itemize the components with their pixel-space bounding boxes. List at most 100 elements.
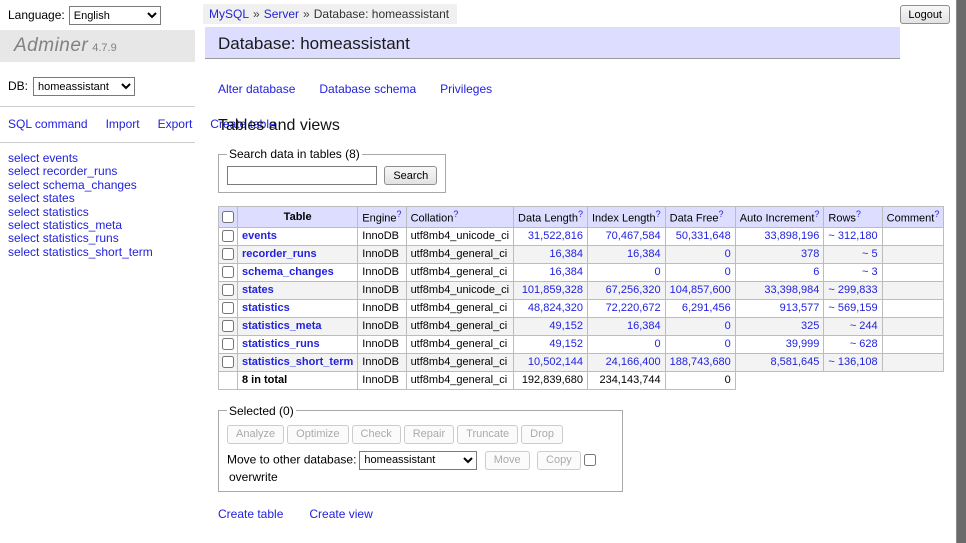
optimize-button[interactable]: Optimize (287, 425, 348, 444)
table-link-events[interactable]: events (43, 151, 78, 165)
select-link-events[interactable]: select (8, 151, 39, 165)
data-length-link[interactable]: 16,384 (549, 266, 583, 278)
data-free-link[interactable]: 0 (725, 338, 731, 350)
action-link-privileges[interactable]: Privileges (440, 82, 492, 96)
overwrite-checkbox[interactable] (584, 454, 596, 466)
index-length-link[interactable]: 24,166,400 (606, 356, 661, 368)
data-length-link[interactable]: 48,824,320 (528, 302, 583, 314)
select-link-statistics-runs[interactable]: select (8, 231, 39, 245)
index-length-link[interactable]: 67,256,320 (606, 284, 661, 296)
rows-link[interactable]: ~ 569,159 (828, 302, 877, 314)
table-name-link-statistics-runs[interactable]: statistics_runs (242, 338, 320, 350)
check-button[interactable]: Check (352, 425, 401, 444)
select-link-statistics[interactable]: select (8, 205, 39, 219)
help-icon[interactable]: ? (856, 209, 861, 219)
index-length-link[interactable]: 16,384 (627, 320, 661, 332)
data-length-link[interactable]: 49,152 (549, 320, 583, 332)
auto-increment-link[interactable]: 33,898,196 (764, 230, 819, 242)
language-select[interactable]: English (69, 6, 161, 25)
row-checkbox-statistics[interactable] (222, 302, 234, 314)
rows-link[interactable]: ~ 3 (862, 266, 878, 278)
data-free-link[interactable]: 188,743,680 (670, 356, 731, 368)
table-name-link-recorder-runs[interactable]: recorder_runs (242, 248, 317, 260)
select-link-schema-changes[interactable]: select (8, 178, 39, 192)
action-link-database-schema[interactable]: Database schema (319, 82, 416, 96)
help-icon[interactable]: ? (814, 209, 819, 219)
table-name-link-statistics-meta[interactable]: statistics_meta (242, 320, 322, 332)
repair-button[interactable]: Repair (404, 425, 454, 444)
row-checkbox-statistics-meta[interactable] (222, 320, 234, 332)
help-icon[interactable]: ? (656, 209, 661, 219)
table-link-recorder-runs[interactable]: recorder_runs (43, 164, 118, 178)
row-checkbox-states[interactable] (222, 284, 234, 296)
table-link-statistics[interactable]: statistics (43, 205, 89, 219)
row-checkbox-statistics-short-term[interactable] (222, 356, 234, 368)
search-button[interactable]: Search (384, 166, 437, 185)
data-length-link[interactable]: 16,384 (549, 248, 583, 260)
move-button[interactable]: Move (485, 451, 530, 470)
data-length-link[interactable]: 101,859,328 (522, 284, 583, 296)
copy-button[interactable]: Copy (537, 451, 581, 470)
help-icon[interactable]: ? (934, 209, 939, 219)
breadcrumb-server[interactable]: Server (264, 7, 299, 21)
auto-increment-link[interactable]: 8,581,645 (770, 356, 819, 368)
vertical-scrollbar[interactable] (956, 0, 966, 543)
data-free-link[interactable]: 104,857,600 (670, 284, 731, 296)
rows-link[interactable]: ~ 312,180 (828, 230, 877, 242)
table-name-link-statistics[interactable]: statistics (242, 302, 290, 314)
sidebar-link-import[interactable]: Import (106, 117, 140, 131)
table-link-statistics-meta[interactable]: statistics_meta (43, 218, 122, 232)
data-free-link[interactable]: 6,291,456 (682, 302, 731, 314)
auto-increment-link[interactable]: 913,577 (780, 302, 820, 314)
data-free-link[interactable]: 50,331,648 (676, 230, 731, 242)
row-checkbox-statistics-runs[interactable] (222, 338, 234, 350)
select-all-checkbox[interactable] (222, 211, 234, 223)
table-name-link-events[interactable]: events (242, 230, 277, 242)
index-length-link[interactable]: 0 (655, 338, 661, 350)
auto-increment-link[interactable]: 6 (813, 266, 819, 278)
select-link-statistics-short-term[interactable]: select (8, 245, 39, 259)
help-icon[interactable]: ? (578, 209, 583, 219)
help-icon[interactable]: ? (719, 209, 724, 219)
row-checkbox-recorder-runs[interactable] (222, 248, 234, 260)
auto-increment-link[interactable]: 378 (801, 248, 819, 260)
index-length-link[interactable]: 72,220,672 (606, 302, 661, 314)
rows-link[interactable]: ~ 244 (850, 320, 878, 332)
rows-link[interactable]: ~ 628 (850, 338, 878, 350)
create-link-create-view[interactable]: Create view (309, 507, 372, 521)
data-length-link[interactable]: 49,152 (549, 338, 583, 350)
data-free-link[interactable]: 0 (725, 266, 731, 278)
table-name-link-schema-changes[interactable]: schema_changes (242, 266, 334, 278)
data-free-link[interactable]: 0 (725, 320, 731, 332)
data-length-link[interactable]: 10,502,144 (528, 356, 583, 368)
select-link-recorder-runs[interactable]: select (8, 164, 39, 178)
index-length-link[interactable]: 0 (655, 266, 661, 278)
auto-increment-link[interactable]: 325 (801, 320, 819, 332)
auto-increment-link[interactable]: 33,398,984 (764, 284, 819, 296)
data-free-link[interactable]: 0 (725, 248, 731, 260)
rows-link[interactable]: ~ 299,833 (828, 284, 877, 296)
help-icon[interactable]: ? (453, 209, 458, 219)
breadcrumb-mysql[interactable]: MySQL (209, 7, 249, 21)
table-name-link-statistics-short-term[interactable]: statistics_short_term (242, 356, 353, 368)
table-link-schema-changes[interactable]: schema_changes (43, 178, 137, 192)
action-link-alter-database[interactable]: Alter database (218, 82, 295, 96)
select-link-statistics-meta[interactable]: select (8, 218, 39, 232)
auto-increment-link[interactable]: 39,999 (786, 338, 820, 350)
help-icon[interactable]: ? (397, 209, 402, 219)
rows-link[interactable]: ~ 5 (862, 248, 878, 260)
table-link-statistics-runs[interactable]: statistics_runs (43, 231, 119, 245)
db-select[interactable]: homeassistant (33, 77, 135, 96)
analyze-button[interactable]: Analyze (227, 425, 284, 444)
table-name-link-states[interactable]: states (242, 284, 274, 296)
move-database-select[interactable]: homeassistant (359, 451, 477, 470)
index-length-link[interactable]: 16,384 (627, 248, 661, 260)
data-length-link[interactable]: 31,522,816 (528, 230, 583, 242)
select-link-states[interactable]: select (8, 191, 39, 205)
table-link-statistics-short-term[interactable]: statistics_short_term (43, 245, 153, 259)
table-link-states[interactable]: states (43, 191, 75, 205)
row-checkbox-events[interactable] (222, 230, 234, 242)
rows-link[interactable]: ~ 136,108 (828, 356, 877, 368)
index-length-link[interactable]: 70,467,584 (606, 230, 661, 242)
drop-button[interactable]: Drop (521, 425, 563, 444)
